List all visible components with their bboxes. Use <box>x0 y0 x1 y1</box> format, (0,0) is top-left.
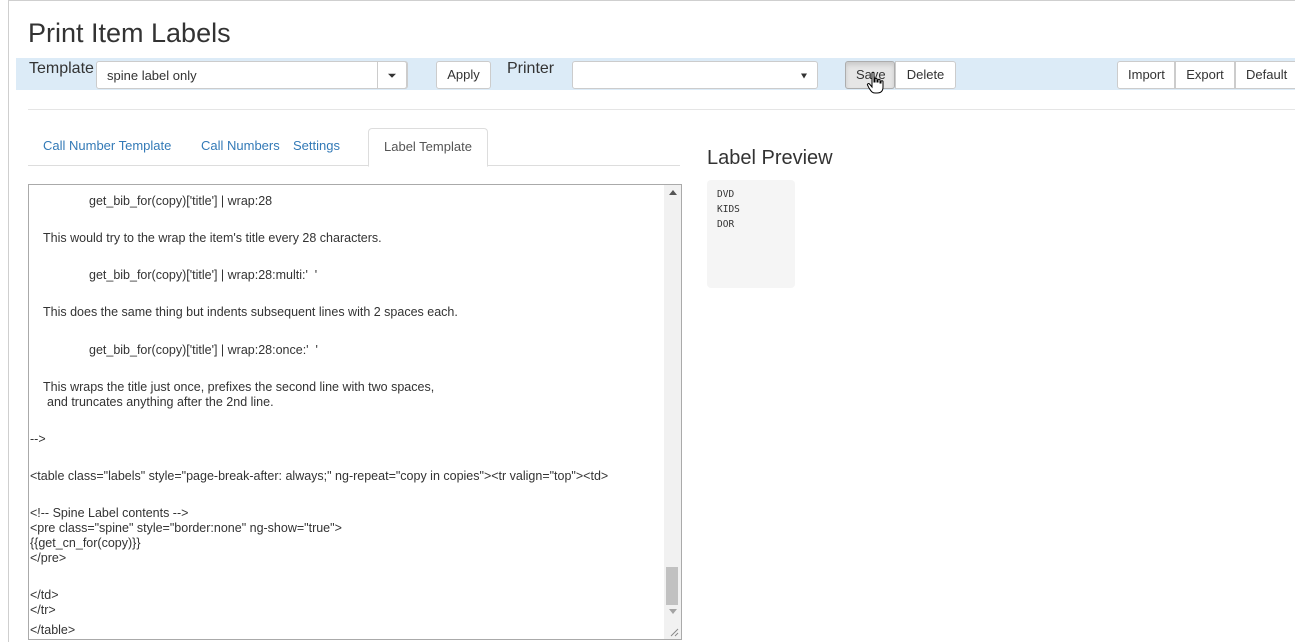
caret-down-icon <box>388 73 396 78</box>
label-toolbar: Template spine label only Apply Printer … <box>16 58 1295 90</box>
label-preview-title: Label Preview <box>707 147 833 169</box>
editor-line: get_bib_for(copy)['title'] | wrap:28:mul… <box>89 268 318 282</box>
caret-down-icon <box>801 73 807 79</box>
header-divider <box>28 109 1295 110</box>
label-template-editor[interactable]: get_bib_for(copy)['title'] | wrap:28 Thi… <box>28 184 682 640</box>
editor-line: This wraps the title just once, prefixes… <box>43 380 435 394</box>
default-button[interactable]: Default <box>1235 61 1295 89</box>
apply-button[interactable]: Apply <box>436 61 491 89</box>
editor-line: {{get_cn_for(copy)}} <box>30 536 141 550</box>
page-title: Print Item Labels <box>28 18 231 48</box>
import-button[interactable]: Import <box>1117 61 1175 89</box>
delete-button[interactable]: Delete <box>895 61 956 89</box>
editor-line: <table class="labels" style="page-break-… <box>30 469 609 483</box>
editor-line: </tr> <box>30 603 56 617</box>
tab-call-number-template[interactable]: Call Number Template <box>28 128 186 166</box>
editor-line: and truncates anything after the 2nd lin… <box>47 395 274 409</box>
preview-line: DVD <box>717 189 735 200</box>
label-preview-box: DVD KIDS DOR <box>707 180 795 288</box>
editor-scrollbar[interactable] <box>664 185 681 639</box>
tab-settings[interactable]: Settings <box>278 128 355 166</box>
scroll-down-arrow-icon[interactable] <box>669 609 677 614</box>
printer-select[interactable] <box>572 61 818 89</box>
tab-bar: Call Number Template Call Numbers Settin… <box>28 128 680 167</box>
editor-line: <!-- Spine Label contents --> <box>30 506 189 520</box>
preview-line: KIDS <box>717 204 740 215</box>
preview-line: DOR <box>717 219 735 230</box>
editor-line: get_bib_for(copy)['title'] | wrap:28:onc… <box>89 343 318 357</box>
editor-line: This would try to the wrap the item's ti… <box>43 231 382 245</box>
editor-line: --> <box>30 432 46 446</box>
editor-line: </pre> <box>30 551 67 565</box>
printer-label: Printer <box>507 60 555 77</box>
tab-label-template[interactable]: Label Template <box>368 128 488 167</box>
template-label: Template <box>29 60 94 77</box>
editor-line: This does the same thing but indents sub… <box>43 305 458 319</box>
editor-line: get_bib_for(copy)['title'] | wrap:28 <box>89 194 273 208</box>
scroll-up-arrow-icon[interactable] <box>669 190 677 195</box>
editor-line: <pre class="spine" style="border:none" n… <box>30 521 342 535</box>
resize-grip-icon[interactable] <box>669 627 679 637</box>
hand-pointer-icon <box>866 71 884 94</box>
editor-line: </table> <box>30 623 76 637</box>
export-button[interactable]: Export <box>1175 61 1235 89</box>
editor-line: </td> <box>30 588 59 602</box>
scroll-thumb[interactable] <box>666 567 678 605</box>
template-select[interactable]: spine label only <box>96 61 408 89</box>
template-select-value: spine label only <box>107 68 197 83</box>
template-dropdown-button[interactable] <box>377 61 407 89</box>
